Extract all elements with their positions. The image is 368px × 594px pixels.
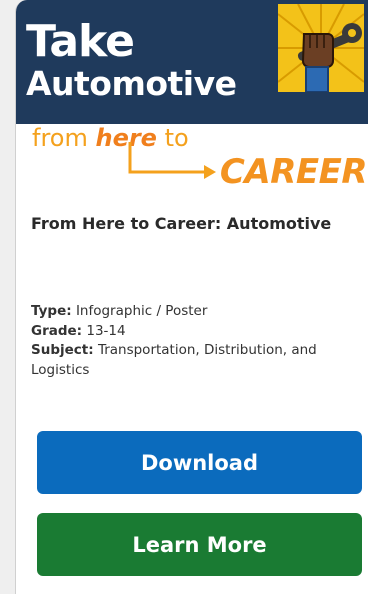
tagline-career: CAREER <box>219 152 368 192</box>
type-row: Type: Infographic / Poster <box>31 302 361 322</box>
arrow-icon <box>128 142 216 179</box>
type-label: Type: <box>31 303 72 319</box>
grade-value: 13-14 <box>86 322 126 339</box>
download-button[interactable]: Download <box>37 431 362 494</box>
product-card: Take Automotive from here to CAREER From… <box>15 0 368 594</box>
subject-label: Subject: <box>31 342 94 359</box>
grade-row: Grade: 13-14 <box>31 322 361 342</box>
product-image-banner[interactable]: Take Automotive <box>16 0 368 124</box>
banner-title: Take Automotive <box>26 16 237 103</box>
tagline-strip: from here to CAREER <box>16 124 368 204</box>
type-value: Infographic / Poster <box>75 303 208 319</box>
learn-more-button[interactable]: Learn More <box>37 513 362 576</box>
banner-title-line2: Automotive <box>26 64 237 103</box>
product-title[interactable]: From Here to Career: Automotive <box>31 212 351 236</box>
fist-wrench-icon <box>278 4 364 92</box>
banner-title-line1: Take <box>26 16 135 67</box>
grade-label: Grade: <box>31 322 83 339</box>
subject-row: Subject: Transportation, Distribution, a… <box>31 341 361 380</box>
product-meta: Type: Infographic / Poster Grade: 13-14 … <box>31 302 361 380</box>
